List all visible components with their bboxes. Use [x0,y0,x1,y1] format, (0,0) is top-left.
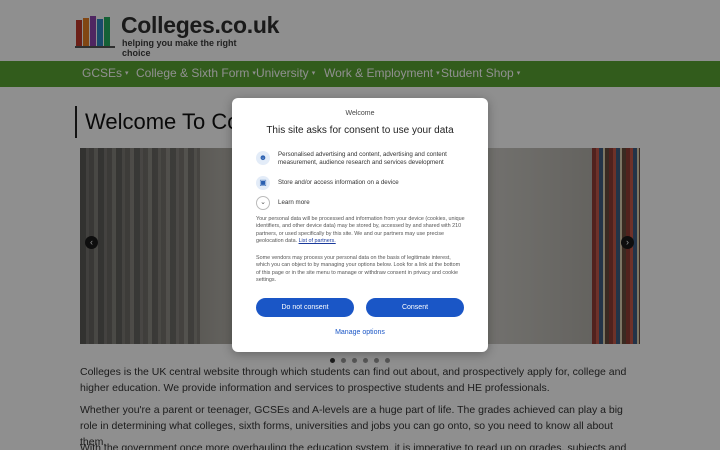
consent-welcome-label: Welcome [345,110,375,117]
consent-body-main: Your personal data will be processed and… [256,216,465,244]
purpose-text: Personalised advertising and content, ad… [278,151,447,166]
consent-legitimate-interest-text: Some vendors may process your personal d… [256,255,461,283]
consent-purpose-item: ☻ Personalised advertising and content, … [256,151,471,171]
consent-dialog: Welcome This site asks for consent to us… [232,98,488,352]
consent-purpose-item: ▣ Store and/or access information on a d… [256,176,471,190]
consent-body-text: Your personal data will be processed and… [256,216,466,245]
device-storage-icon: ▣ [256,176,270,190]
do-not-consent-button[interactable]: Do not consent [256,298,354,317]
partners-link[interactable]: List of partners. [299,238,336,244]
consent-title: This site asks for consent to use your d… [266,125,454,136]
learn-more-label: Learn more [278,199,310,206]
purpose-text: Store and/or access information on a dev… [278,179,399,186]
person-icon: ☻ [256,151,270,165]
chevron-down-icon: ⌄ [256,196,270,210]
consent-button[interactable]: Consent [366,298,464,317]
manage-options-button[interactable]: Manage options [232,329,488,336]
